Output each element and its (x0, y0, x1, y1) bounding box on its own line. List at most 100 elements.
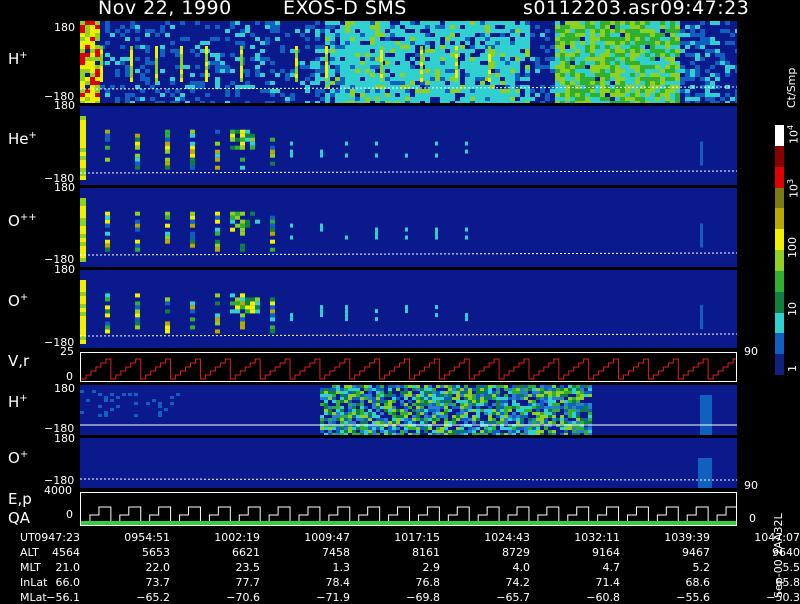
spectrogram-cell (508, 427, 512, 430)
spectrogram-cell (660, 53, 665, 57)
spectrogram-cell (480, 89, 485, 93)
panel-label-o-plus-plus: O++ (8, 212, 37, 230)
spectrogram-cell (495, 65, 500, 69)
spectrogram-cell (416, 394, 420, 397)
spectrogram-cell (445, 29, 450, 33)
spectrogram-cell (520, 101, 525, 103)
spectrogram-cell (640, 77, 645, 81)
spectrogram-cell (356, 418, 360, 421)
spectrogram-cell (552, 421, 556, 424)
spectrogram-cell (335, 93, 340, 97)
spectrogram-cell (496, 391, 500, 394)
spectrogram-cell (500, 89, 505, 93)
spectrogram-cell (540, 400, 544, 403)
spectrogram-cell (645, 93, 650, 97)
spectrogram-cell (345, 53, 350, 57)
spectrogram-cell (516, 388, 520, 391)
spectrogram-cell (155, 62, 158, 66)
spectrogram-cell (615, 21, 620, 25)
spectrogram-cell (235, 138, 240, 142)
spectrogram-cell (525, 25, 530, 29)
spectrogram-cell (545, 37, 550, 41)
spectrogram-cell (365, 61, 370, 65)
spectrogram-cell (456, 385, 460, 388)
spectrogram-cell (468, 403, 472, 406)
spectrogram-cell (725, 101, 730, 103)
spectrogram-cell (430, 93, 435, 97)
spectrogram-cell (580, 427, 584, 430)
spectrogram-cell (620, 97, 625, 101)
spectrogram-cell (315, 81, 320, 85)
spectrogram-cell (500, 421, 504, 424)
spectrogram-cell (410, 101, 415, 103)
spectrogram-cell (540, 65, 545, 69)
spectrogram-cell (385, 77, 390, 81)
spectrogram-cell (460, 403, 464, 406)
spectrogram-cell (265, 25, 270, 29)
spectrogram-cell (270, 93, 275, 97)
spectrogram-cell (700, 401, 712, 404)
spectrogram-cell (560, 33, 565, 37)
spectrogram-cell (576, 403, 580, 406)
spectrogram-cell (420, 400, 424, 403)
spectrogram-cell (135, 138, 140, 142)
spectrogram-cell (352, 388, 356, 391)
spectrogram-cell (525, 49, 530, 53)
spectrogram-cell (165, 33, 170, 37)
spectrogram-cell (270, 89, 275, 93)
spectrogram-cell (698, 482, 712, 485)
spectrogram-cell (90, 45, 95, 49)
spectrogram-cell (270, 301, 275, 305)
spectrogram-cell (305, 77, 310, 81)
spectrogram-cell (572, 427, 576, 430)
spectrogram-cell (385, 61, 390, 65)
spectrogram-cell (650, 97, 655, 101)
spectrogram-cell (370, 53, 375, 57)
spectrogram-cell (465, 77, 470, 81)
spectrogram-cell (364, 430, 368, 433)
spectrogram-cell (360, 37, 365, 41)
spectrogram-cell (435, 25, 440, 29)
panel-o-plus-2 (80, 438, 737, 488)
spectrogram-cell (640, 49, 645, 53)
spectrogram-cell (650, 81, 655, 85)
spectrogram-cell (488, 388, 492, 391)
spectrogram-cell (552, 412, 556, 415)
spectrogram-cell (380, 406, 384, 409)
spectrogram-cell (605, 101, 610, 103)
spectrogram-cell (336, 418, 340, 421)
spectrogram-cell (650, 37, 655, 41)
spectrogram-cell (585, 61, 590, 65)
spectrogram-cell (465, 228, 468, 232)
spectrogram-cell (392, 394, 396, 397)
spectrogram-cell (665, 69, 670, 73)
spectrogram-cell (320, 224, 323, 228)
spectrogram-cell (495, 89, 500, 93)
spectrogram-cell (240, 212, 245, 216)
spectrogram-cell (520, 57, 525, 61)
spectrogram-cell (630, 41, 635, 45)
spectrogram-cell (395, 49, 400, 53)
spectrogram-cell (528, 418, 532, 421)
spectrogram-cell (330, 61, 335, 65)
spectrogram-cell (665, 25, 670, 29)
spectrogram-cell (675, 29, 680, 33)
spectrogram-cell (370, 65, 375, 69)
spectrogram-cell (352, 394, 356, 397)
spectrogram-cell (440, 89, 445, 93)
spectrogram-cell (436, 385, 440, 388)
spectrogram-cell (372, 415, 376, 418)
spectrogram-cell (635, 45, 640, 49)
spectrogram-cell (270, 101, 275, 103)
spectrogram-cell (265, 81, 270, 85)
spectrogram-cell (395, 101, 400, 103)
spectrogram-cell (484, 397, 488, 400)
spectrogram-cell (500, 53, 505, 57)
spectrogram-cell (480, 421, 484, 424)
spectrogram-cell (660, 49, 665, 53)
spectrogram-cell (270, 69, 275, 73)
orbit-cell: 74.2 (506, 576, 531, 589)
spectrogram-cell (116, 405, 120, 408)
spectrogram-cell (435, 33, 440, 37)
spectrogram-cell (570, 49, 575, 53)
